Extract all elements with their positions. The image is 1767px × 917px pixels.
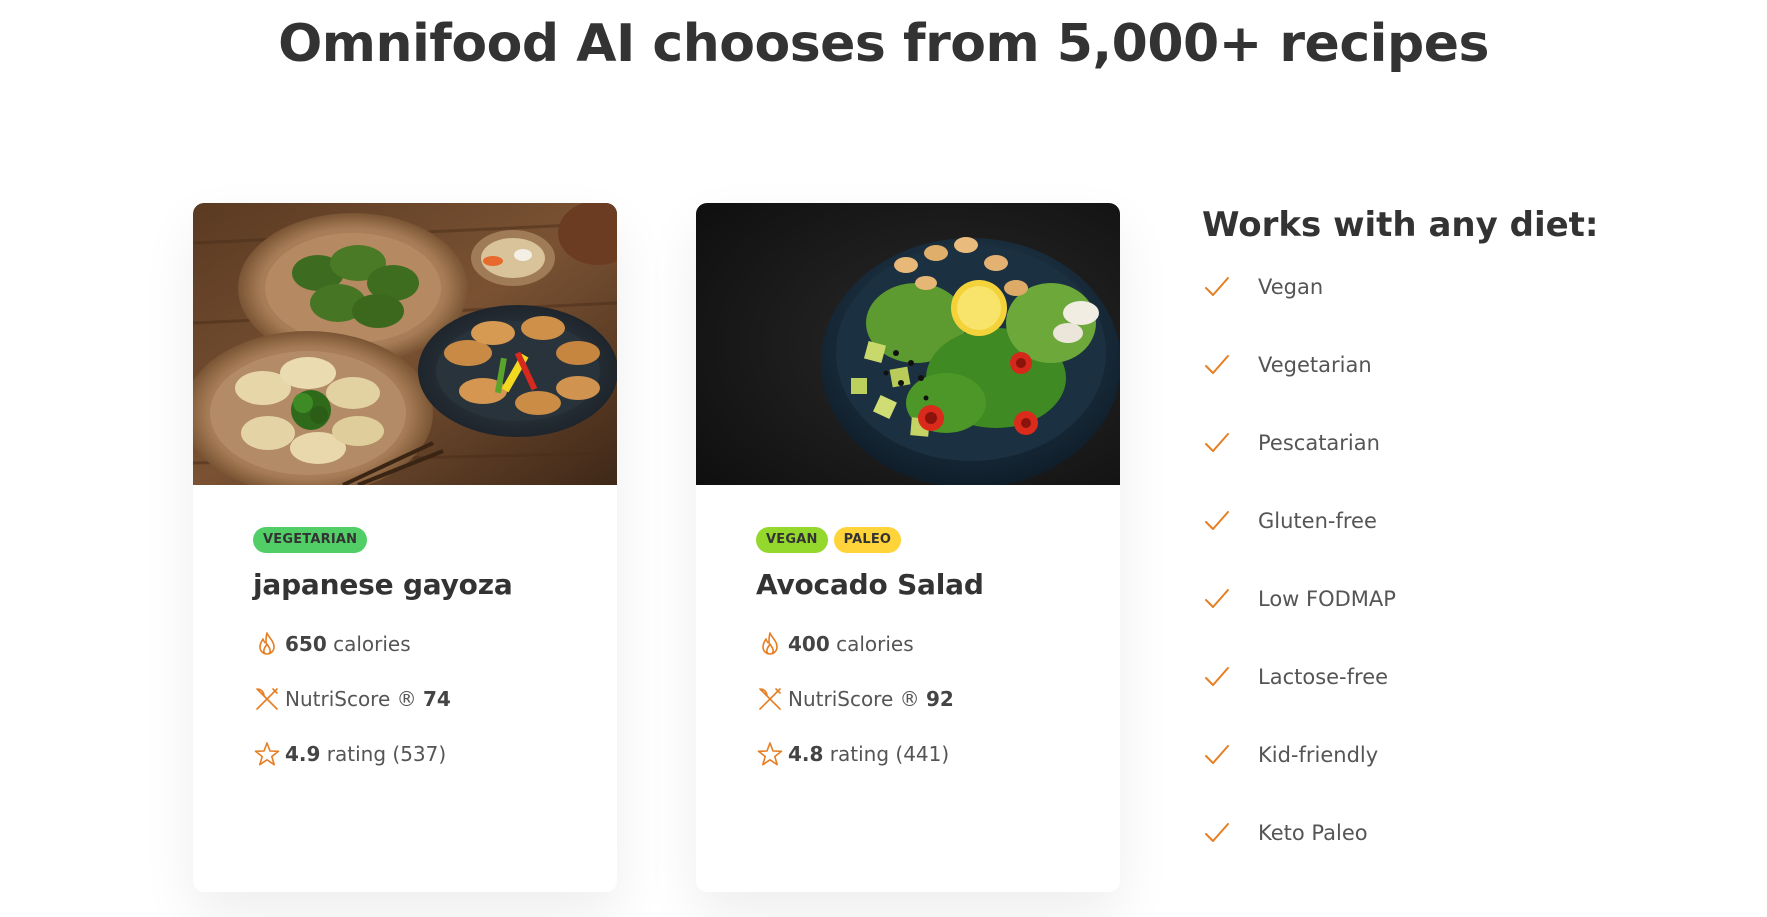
rating-value: 4.9 (285, 742, 321, 766)
calories-value: 400 (788, 632, 830, 656)
meal-attribute-nutriscore: NutriScore ® 74 (253, 684, 617, 714)
meal-attribute-calories: 400 calories (756, 629, 1120, 659)
restaurant-icon (756, 685, 784, 713)
diet-label: Vegan (1258, 275, 1324, 299)
rating-value: 4.8 (788, 742, 824, 766)
meal-tags: Vegetarian (253, 527, 617, 553)
flame-icon (756, 630, 784, 658)
diet-label: Keto Paleo (1258, 821, 1368, 845)
tag-vegetarian: Vegetarian (253, 527, 368, 553)
nutri-value: 74 (423, 687, 451, 711)
calories-label: calories (333, 632, 411, 656)
tag-paleo: Paleo (833, 527, 902, 553)
diets-title: Works with any diet: (1202, 205, 1599, 245)
checkmark-icon (1202, 506, 1232, 536)
diet-label: Pescatarian (1258, 431, 1380, 455)
restaurant-icon (253, 685, 281, 713)
flame-icon (253, 630, 281, 658)
checkmark-icon (1202, 740, 1232, 770)
meal-title[interactable]: japanese gayoza (253, 567, 617, 603)
meal-attributes: 650 calories NutriScore ® 74 4.9 rating … (253, 629, 617, 769)
diet-list: Vegan Vegetarian Pescatarian Gluten-free… (1202, 271, 1599, 849)
meal-attribute-rating: 4.8 rating (441) (756, 739, 1120, 769)
diet-item-pescatarian: Pescatarian (1202, 427, 1599, 459)
meal-attribute-calories: 650 calories (253, 629, 617, 659)
diet-item-keto-paleo: Keto Paleo (1202, 817, 1599, 849)
checkmark-icon (1202, 584, 1232, 614)
meal-content: Vegetarian japanese gayoza 650 calories … (193, 485, 617, 769)
rating-label: rating (441) (829, 742, 950, 766)
meal-card-gyoza[interactable]: Vegetarian japanese gayoza 650 calories … (193, 203, 617, 892)
calories-label: calories (836, 632, 914, 656)
diet-item-vegan: Vegan (1202, 271, 1599, 303)
diet-item-lactose-free: Lactose-free (1202, 661, 1599, 693)
nutri-label: NutriScore ® (788, 687, 920, 711)
meal-attribute-rating: 4.9 rating (537) (253, 739, 617, 769)
nutri-label: NutriScore ® (285, 687, 417, 711)
diet-item-gluten-free: Gluten-free (1202, 505, 1599, 537)
diet-item-kid-friendly: Kid-friendly (1202, 739, 1599, 771)
checkmark-icon (1202, 818, 1232, 848)
diet-label: Gluten-free (1258, 509, 1377, 533)
meal-card-avocado-salad[interactable]: Vegan Paleo Avocado Salad 400 calories N… (696, 203, 1120, 892)
page-title: Omnifood AI chooses from 5,000+ recipes (278, 14, 1489, 74)
star-icon (253, 740, 281, 768)
checkmark-icon (1202, 350, 1232, 380)
checkmark-icon (1202, 272, 1232, 302)
meal-image-avocado-salad (696, 203, 1120, 485)
diet-label: Vegetarian (1258, 353, 1372, 377)
diet-item-low-fodmap: Low FODMAP (1202, 583, 1599, 615)
diet-label: Low FODMAP (1258, 587, 1396, 611)
nutri-value: 92 (926, 687, 954, 711)
diet-label: Kid-friendly (1258, 743, 1379, 767)
checkmark-icon (1202, 662, 1232, 692)
diet-label: Lactose-free (1258, 665, 1389, 689)
meal-content: Vegan Paleo Avocado Salad 400 calories N… (696, 485, 1120, 769)
meal-title[interactable]: Avocado Salad (756, 567, 1120, 603)
meal-image-gyoza (193, 203, 617, 485)
star-icon (756, 740, 784, 768)
meal-tags: Vegan Paleo (756, 527, 1120, 553)
diets-section: Works with any diet: Vegan Vegetarian Pe… (1202, 203, 1599, 895)
rating-label: rating (537) (326, 742, 447, 766)
calories-value: 650 (285, 632, 327, 656)
tag-vegan: Vegan (756, 527, 828, 553)
meal-attributes: 400 calories NutriScore ® 92 4.8 rating … (756, 629, 1120, 769)
meal-attribute-nutriscore: NutriScore ® 92 (756, 684, 1120, 714)
diet-item-vegetarian: Vegetarian (1202, 349, 1599, 381)
checkmark-icon (1202, 428, 1232, 458)
